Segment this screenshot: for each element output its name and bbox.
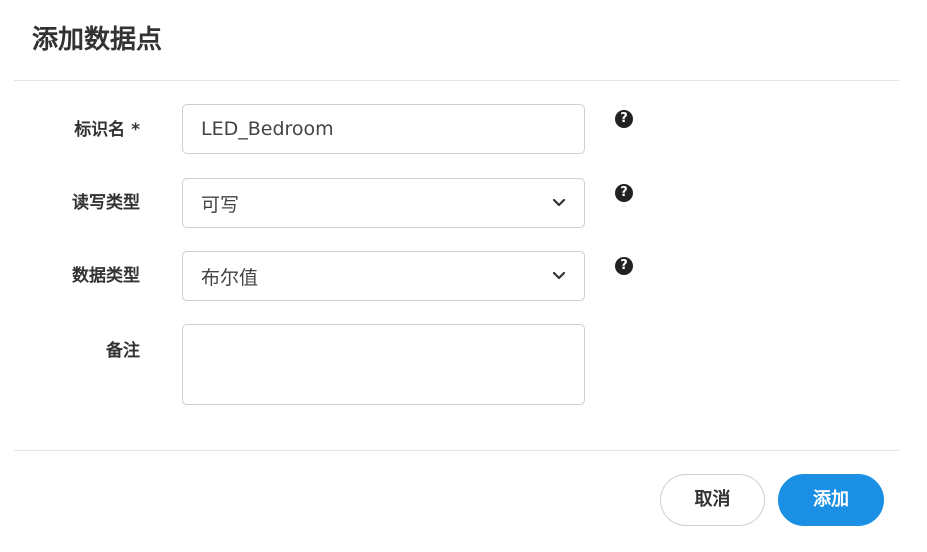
chevron-down-icon bbox=[552, 196, 566, 210]
rw-type-label: 读写类型 bbox=[72, 193, 140, 213]
rw-type-select[interactable]: 可写 bbox=[182, 178, 585, 228]
rw-type-value: 可写 bbox=[201, 193, 240, 216]
identifier-value: LED_Bedroom bbox=[201, 118, 334, 140]
data-type-label: 数据类型 bbox=[72, 266, 140, 286]
identifier-label: 标识名 * bbox=[74, 120, 140, 140]
data-type-select[interactable]: 布尔值 bbox=[182, 251, 585, 301]
footer-divider bbox=[14, 450, 899, 451]
question-circle-icon[interactable]: ? bbox=[615, 110, 633, 128]
question-circle-icon[interactable]: ? bbox=[615, 257, 633, 275]
remarks-textarea[interactable] bbox=[182, 324, 585, 405]
add-datapoint-dialog: 添加数据点 标识名 * LED_Bedroom ? 读写类型 可写 ? 数据类型… bbox=[0, 0, 927, 552]
remarks-label: 备注 bbox=[106, 341, 140, 361]
dialog-title: 添加数据点 bbox=[32, 25, 163, 55]
identifier-input[interactable]: LED_Bedroom bbox=[182, 104, 585, 154]
question-circle-icon[interactable]: ? bbox=[615, 184, 633, 202]
data-type-value: 布尔值 bbox=[201, 266, 259, 289]
chevron-down-icon bbox=[552, 269, 566, 283]
header-divider bbox=[14, 80, 899, 81]
add-button[interactable]: 添加 bbox=[778, 474, 884, 526]
cancel-button[interactable]: 取消 bbox=[660, 474, 765, 526]
